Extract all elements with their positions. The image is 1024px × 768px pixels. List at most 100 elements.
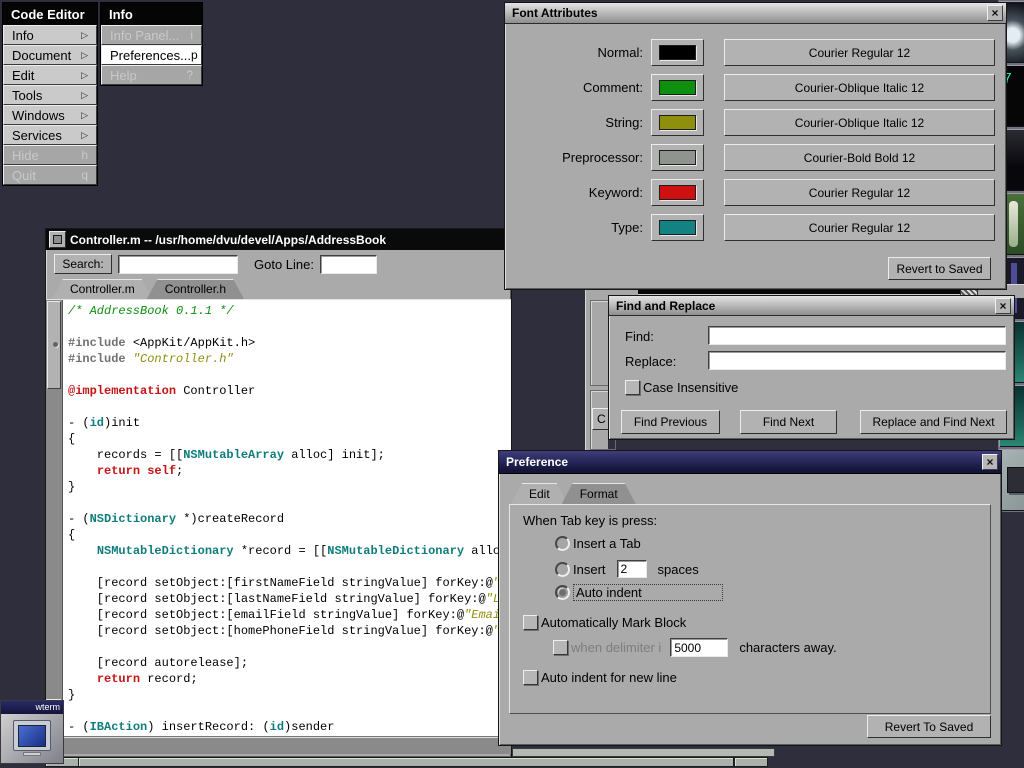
- code-line: }: [68, 687, 511, 703]
- color-well[interactable]: [651, 144, 704, 171]
- insert-spaces-label: Insert: [573, 562, 606, 577]
- close-icon[interactable]: ×: [987, 5, 1003, 21]
- font-select-button[interactable]: Courier Regular 12: [724, 214, 995, 241]
- window-resize-bar[interactable]: [45, 757, 768, 767]
- menu-item-info-panel[interactable]: Info Panel...i: [101, 25, 202, 45]
- insert-spaces-radio[interactable]: [555, 562, 570, 577]
- code-line: [68, 495, 511, 511]
- preference-titlebar[interactable]: Preference ×: [499, 451, 1001, 474]
- menu-item-info[interactable]: Info▷: [3, 25, 97, 45]
- color-well[interactable]: [651, 214, 704, 241]
- code-segment: return self: [97, 464, 176, 478]
- tab-edit[interactable]: Edit: [511, 483, 568, 504]
- scrollbar-track: [46, 390, 62, 698]
- menu-item-label: Windows: [12, 108, 65, 123]
- close-icon[interactable]: ×: [982, 454, 998, 470]
- scrollbar-knob[interactable]: [47, 301, 61, 389]
- find-next-button[interactable]: Find Next: [740, 410, 837, 434]
- code-segment: }: [68, 688, 75, 702]
- submenu-arrow-icon: ▷: [81, 30, 88, 41]
- auto-indent-newline-checkbox[interactable]: [523, 670, 538, 685]
- color-swatch: [659, 150, 696, 165]
- menu-item-edit[interactable]: Edit▷: [3, 65, 97, 85]
- miniaturize-button[interactable]: [49, 231, 66, 248]
- code-segment: }: [68, 480, 75, 494]
- resize-bar-right[interactable]: [734, 758, 767, 766]
- code-segment: {: [68, 528, 75, 542]
- find-previous-button[interactable]: Find Previous: [621, 410, 720, 434]
- font-select-button[interactable]: Courier Regular 12: [724, 179, 995, 206]
- menu-item-document[interactable]: Document▷: [3, 45, 97, 65]
- vertical-scrollbar[interactable]: ▲ ▼: [46, 300, 63, 736]
- menu-item-preferences[interactable]: Preferences...p: [101, 45, 202, 65]
- font-attributes-panel: Font Attributes × Normal:Courier Regular…: [504, 2, 1007, 290]
- attribute-label: Comment:: [515, 80, 643, 95]
- code-segment: *)createRecord: [176, 512, 284, 526]
- mark-block-label: Automatically Mark Block: [541, 615, 686, 630]
- color-well[interactable]: [651, 39, 704, 66]
- menu-item-quit[interactable]: Quitq: [3, 165, 97, 185]
- replace-and-find-next-button[interactable]: Replace and Find Next: [860, 410, 1007, 434]
- font-select-button[interactable]: Courier-Oblique Italic 12: [724, 109, 995, 136]
- replace-input[interactable]: [708, 351, 1006, 370]
- case-insensitive-checkbox[interactable]: [625, 380, 640, 395]
- code-segment: alloc] init];: [284, 448, 385, 462]
- code-line: return record;: [68, 671, 511, 687]
- code-segment: return: [97, 672, 140, 686]
- revert-to-saved-button[interactable]: Revert To Saved: [867, 715, 991, 738]
- insert-tab-radio[interactable]: [555, 536, 570, 551]
- menu-item-services[interactable]: Services▷: [3, 125, 97, 145]
- menu-item-windows[interactable]: Windows▷: [3, 105, 97, 125]
- find-replace-titlebar[interactable]: Find and Replace ×: [609, 296, 1014, 316]
- font-select-button[interactable]: Courier-Bold Bold 12: [724, 144, 995, 171]
- close-icon[interactable]: ×: [995, 298, 1011, 314]
- submenu-arrow-icon: ▷: [81, 70, 88, 81]
- menu-item-help[interactable]: Help?: [101, 65, 202, 85]
- background-window-fragment-left: C: [585, 286, 608, 452]
- font-select-button[interactable]: Courier Regular 12: [724, 39, 995, 66]
- info-submenu: Info Info Panel...iPreferences...pHelp?: [100, 2, 203, 86]
- menu-item-hide[interactable]: Hideh: [3, 145, 97, 165]
- preference-title: Preference: [502, 455, 982, 469]
- delimiter-suffix-label: characters away.: [739, 640, 836, 655]
- code-segment: NSDictionary: [90, 512, 176, 526]
- code-line: }: [68, 479, 511, 495]
- search-input[interactable]: [118, 255, 238, 274]
- mark-block-checkbox[interactable]: [523, 615, 538, 630]
- tab-controller.m[interactable]: Controller.m: [52, 279, 153, 299]
- font-attributes-title: Font Attributes: [508, 6, 987, 20]
- color-well[interactable]: [651, 109, 704, 136]
- revert-to-saved-button[interactable]: Revert to Saved: [888, 257, 991, 280]
- font-select-button[interactable]: Courier-Oblique Italic 12: [724, 74, 995, 101]
- search-button[interactable]: Search:: [54, 254, 112, 274]
- code-segment: - (: [68, 512, 90, 526]
- info-submenu-title[interactable]: Info: [101, 3, 202, 25]
- color-well[interactable]: [651, 179, 704, 206]
- find-input[interactable]: [708, 326, 1006, 345]
- code-segment: [68, 672, 97, 686]
- delimiter-distance-input[interactable]: [670, 638, 728, 657]
- font-attribute-row: Preprocessor:Courier-Bold Bold 12: [515, 144, 996, 171]
- font-attributes-titlebar[interactable]: Font Attributes ×: [505, 3, 1006, 24]
- code-text-view[interactable]: /* AddressBook 0.1.1 */ #include <AppKit…: [63, 300, 511, 736]
- code-segment: "Controller.h": [133, 352, 234, 366]
- wterm-miniwindow[interactable]: wterm: [0, 700, 64, 764]
- code-segment: *record = [[: [234, 544, 328, 558]
- tab-format[interactable]: Format: [562, 483, 636, 504]
- menu-item-tools[interactable]: Tools▷: [3, 85, 97, 105]
- delimiter-checkbox[interactable]: [553, 640, 568, 655]
- code-segment: records = [[: [68, 448, 183, 462]
- auto-indent-radio[interactable]: [555, 585, 570, 600]
- spaces-count-input[interactable]: [617, 560, 647, 578]
- color-well[interactable]: [651, 74, 704, 101]
- main-menu-title[interactable]: Code Editor: [3, 3, 97, 25]
- goto-line-input[interactable]: [320, 255, 377, 274]
- tab-controller.h[interactable]: Controller.h: [147, 279, 244, 299]
- horizontal-scrollbar[interactable]: [46, 737, 511, 754]
- code-segment: [68, 464, 97, 478]
- resize-bar-middle[interactable]: [79, 758, 734, 766]
- editor-titlebar[interactable]: Controller.m -- /usr/home/dvu/devel/Apps…: [46, 229, 511, 250]
- menu-item-label: Hide: [12, 148, 39, 163]
- color-swatch: [659, 185, 696, 200]
- auto-indent-label[interactable]: Auto indent: [573, 584, 723, 601]
